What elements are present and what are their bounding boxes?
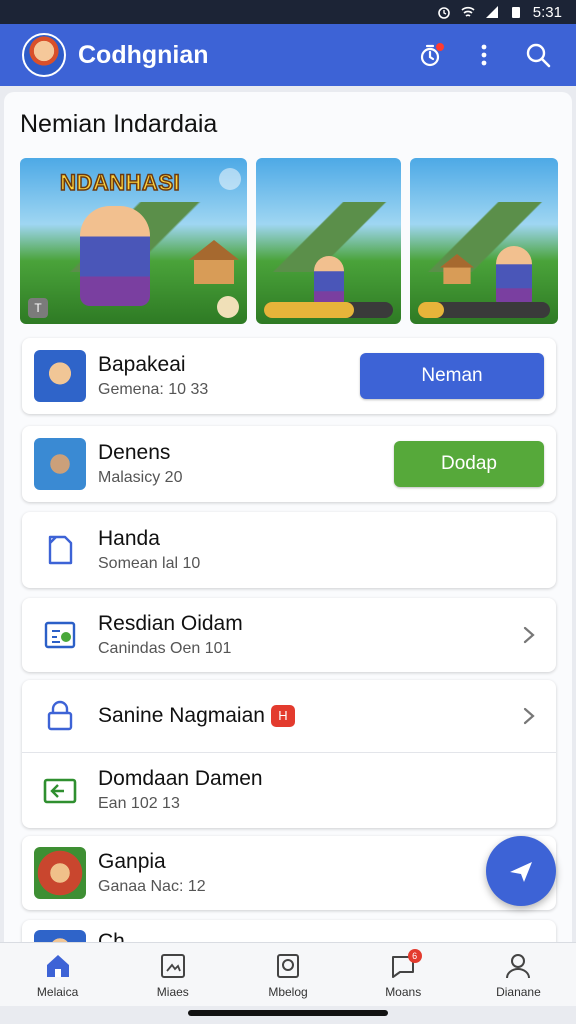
hero-character [313,256,344,306]
status-bar: 5:31 [0,0,576,24]
alarm-icon [437,7,450,19]
list-card: Ch [22,920,556,942]
game-thumbnail [34,438,86,490]
item-title: Resdian Oidam [98,611,243,635]
game-thumbnail [34,930,86,942]
nav-games[interactable]: Miaes [115,943,230,1006]
nav-badge: 6 [407,949,422,963]
list-card: Ganpia Ganaa Nac: 12 [22,836,556,910]
person-icon [506,953,531,978]
progress-fill [418,302,445,318]
list-item[interactable]: Ch [22,920,556,942]
item-title: Sanine Nagmaian H [98,704,514,728]
progress-fill [264,302,355,318]
status-time: 5:31 [532,3,562,21]
avatar[interactable] [22,33,66,77]
list-item[interactable]: Domdaan Damen Ean 102 13 [22,753,556,828]
compose-fab[interactable] [486,836,556,906]
item-subtitle: Somean lal 10 [98,554,201,572]
send-icon [510,862,532,882]
item-subtitle: Ean 102 13 [98,795,180,812]
list-item[interactable]: Sanine Nagmaian H [22,680,556,752]
banner-1[interactable]: NDANHASI T [20,158,247,324]
corner-icon: T [28,298,48,318]
item-title: Bapakeai [98,352,186,376]
game-thumbnail [34,847,86,899]
more-button[interactable] [462,33,506,77]
app-bar: Codhgnian [0,24,576,86]
list-card: Sanine Nagmaian H Domdaan Damen Ean 102 1… [22,680,556,828]
chart-card-icon [34,609,86,661]
more-icon [481,44,487,66]
banner-2[interactable] [256,158,401,324]
banner-carousel[interactable]: NDANHASI T [20,158,558,324]
list-card: Resdian Oidam Canindas Oen 101 [22,598,556,672]
photo-frame-icon [277,953,299,978]
item-title-text: Sanine Nagmaian [98,704,265,727]
nav-profile[interactable]: Dianane [461,943,576,1006]
app-title: Codhgnian [78,40,209,69]
gallery-icon [160,953,185,978]
nav-label: Mbelog [268,984,308,999]
banner-3[interactable] [410,158,558,324]
image-card-icon [34,765,86,817]
action-button[interactable]: Neman [360,353,544,399]
list-item[interactable]: Ganpia Ganaa Nac: 12 [22,836,556,910]
notification-dot [436,43,444,51]
nav-blog[interactable]: Mbelog [230,943,345,1006]
nav-label: Melaica [36,984,79,999]
game-thumbnail [34,350,86,402]
item-subtitle: Malasicy 20 [98,468,183,486]
bottom-navigation: Melaica Miaes Mbelog 6 Moans Dianane [0,942,576,1006]
chevron-right-icon [514,620,544,650]
nav-label: Dianane [496,984,541,999]
section-title: Nemian Indardaia [20,110,218,138]
mountain-art [410,202,558,272]
item-title: Ch [98,930,125,942]
search-icon [526,43,551,68]
nav-home[interactable]: Melaica [0,943,115,1006]
timer-button[interactable] [408,33,452,77]
corner-badge-icon [217,296,239,318]
wifi-icon [461,6,475,17]
item-title: Domdaan Damen [98,767,263,790]
nav-label: Moans [385,984,422,999]
hero-character [80,206,151,306]
chevron-right-icon [514,701,544,731]
nav-label: Miaes [156,984,189,999]
lock-icon [34,690,86,742]
document-icon [34,524,86,576]
item-subtitle: Canindas Oen 101 [98,639,232,657]
main-content: Nemian Indardaia NDANHASI T Bapakeai Gem… [4,92,572,942]
battery-icon [511,7,520,18]
item-subtitle: Gemena: 10 33 [98,380,209,398]
list-item[interactable]: Denens Malasicy 20 Dodap [22,426,556,502]
robot-character [495,246,532,306]
list-item[interactable]: Handa Somean lal 10 [22,512,556,588]
game-logo: NDANHASI [59,169,181,196]
item-title: Handa [98,526,160,550]
home-icon [46,954,69,977]
list-card: Handa Somean lal 10 [22,512,556,588]
list-item[interactable]: Resdian Oidam Canindas Oen 101 [22,598,556,672]
progress-bar [264,302,393,318]
item-title: Denens [98,440,171,464]
action-button[interactable]: Dodap [394,441,544,487]
signal-icon [485,6,498,18]
search-button[interactable] [516,33,560,77]
home-indicator[interactable] [188,1010,388,1016]
progress-bar [418,302,550,318]
list-card: Denens Malasicy 20 Dodap [22,426,556,502]
list-item[interactable]: Bapakeai Gemena: 10 33 Neman [22,338,556,414]
hot-tag: H [270,705,295,728]
list-card: Bapakeai Gemena: 10 33 Neman [22,338,556,414]
banner-badge-icon [219,168,241,190]
nav-messages[interactable]: 6 Moans [346,943,461,1006]
